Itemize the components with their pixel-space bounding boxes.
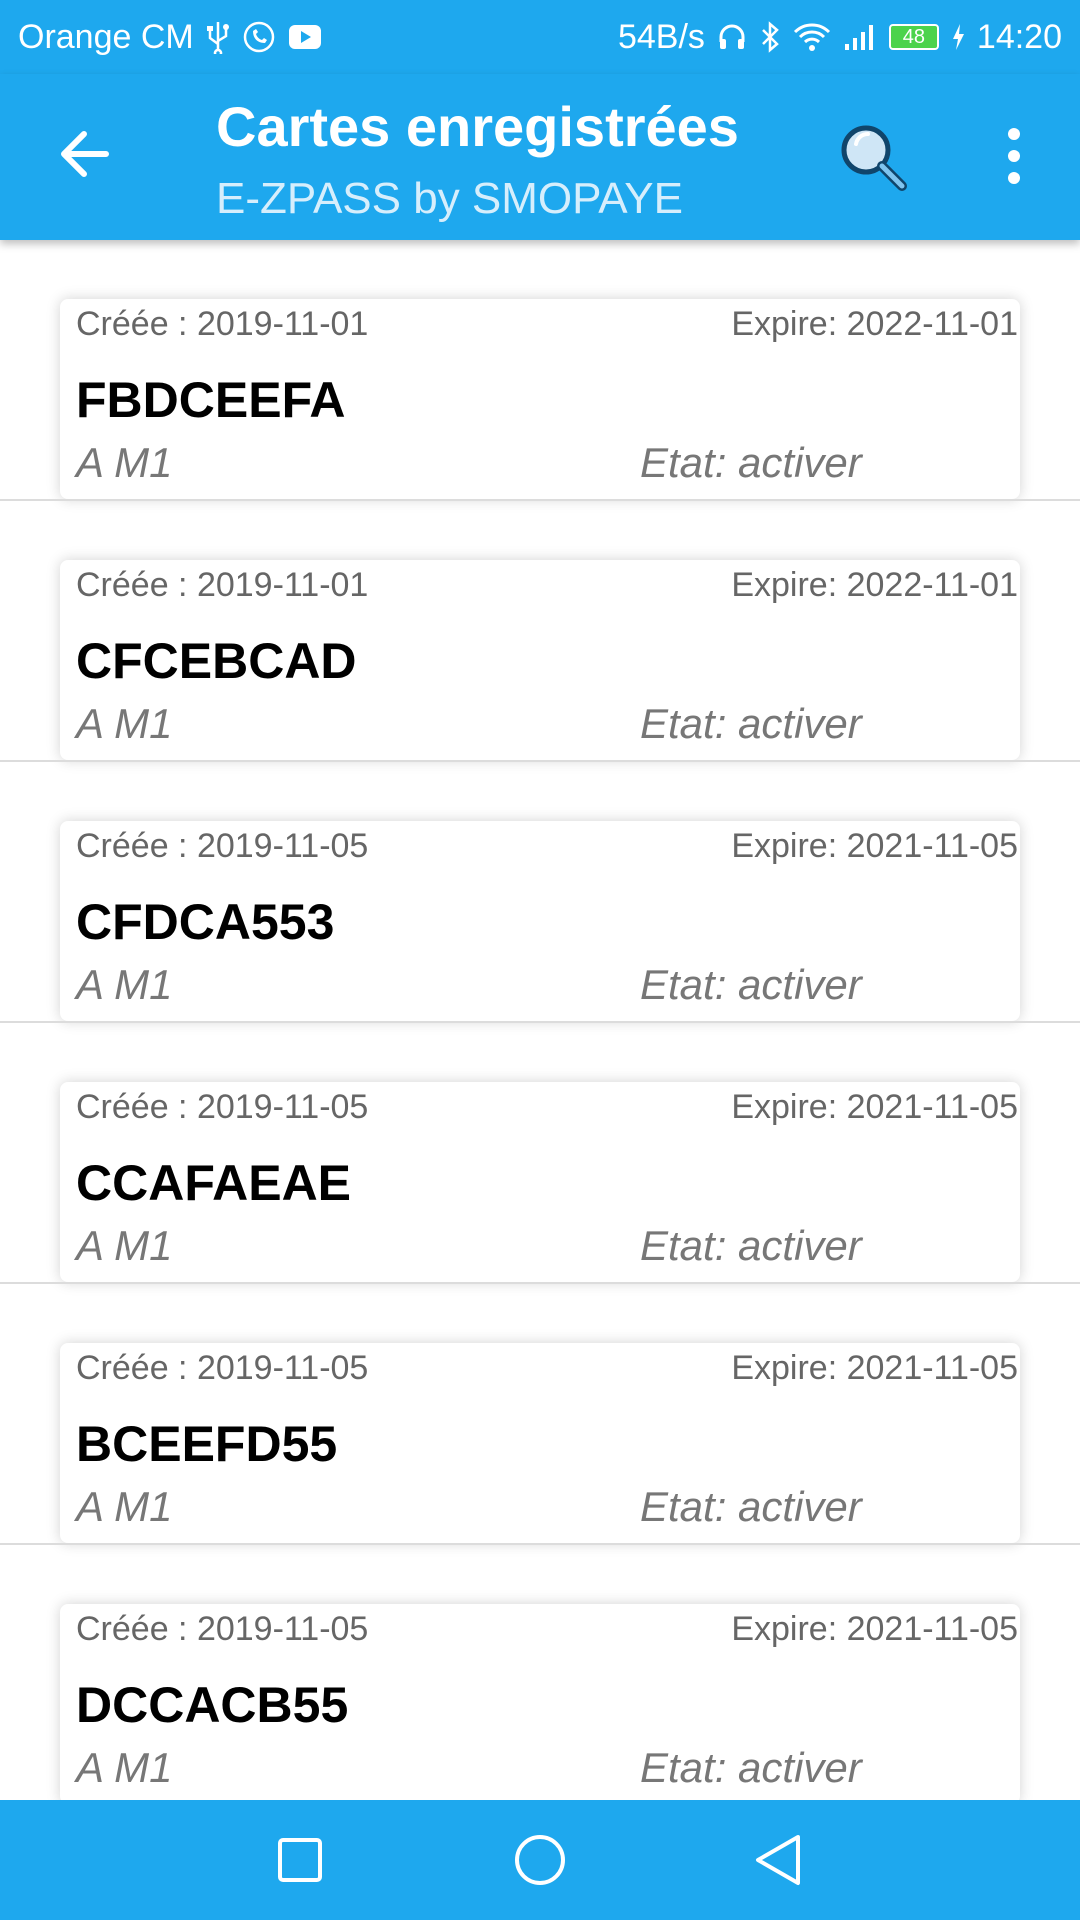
whatsapp-icon — [242, 20, 276, 54]
status-bar: Orange CM 54B/s 48 14:20 — [0, 0, 1080, 74]
expiry-date: Expire: 2021-11-05 — [731, 827, 1018, 865]
youtube-icon — [288, 23, 322, 51]
list-item[interactable]: Créée : 2019-11-05 Expire: 2021-11-05 DC… — [0, 1545, 1080, 1800]
card-state: Etat: activer — [640, 700, 862, 747]
card-type: A M1 — [76, 1222, 173, 1269]
network-speed: 54B/s — [617, 17, 705, 56]
card[interactable]: Créée : 2019-11-05 Expire: 2021-11-05 BC… — [60, 1343, 1020, 1543]
created-date: Créée : 2019-11-05 — [76, 1088, 369, 1126]
back-triangle-icon[interactable] — [750, 1830, 810, 1890]
created-date: Créée : 2019-11-05 — [76, 1349, 369, 1387]
home-circle-icon[interactable] — [510, 1830, 570, 1890]
card[interactable]: Créée : 2019-11-01 Expire: 2022-11-01 CF… — [60, 560, 1020, 760]
signal-icon — [843, 22, 877, 52]
expiry-date: Expire: 2021-11-05 — [731, 1610, 1018, 1648]
clock-time: 14:20 — [976, 17, 1062, 56]
created-date: Créée : 2019-11-01 — [76, 566, 369, 604]
created-date: Créée : 2019-11-01 — [76, 305, 369, 343]
created-date: Créée : 2019-11-05 — [76, 827, 369, 865]
card[interactable]: Créée : 2019-11-01 Expire: 2022-11-01 FB… — [60, 299, 1020, 499]
expiry-date: Expire: 2021-11-05 — [731, 1088, 1018, 1126]
list-item[interactable]: Créée : 2019-11-05 Expire: 2021-11-05 CC… — [0, 1023, 1080, 1284]
cards-list[interactable]: Créée : 2019-11-01 Expire: 2022-11-01 FB… — [0, 240, 1080, 1800]
battery-icon: 48 — [888, 24, 939, 50]
expiry-date: Expire: 2022-11-01 — [731, 566, 1018, 604]
card-code: BCEEFD55 — [76, 1416, 338, 1472]
card-type: A M1 — [76, 700, 173, 747]
card[interactable]: Créée : 2019-11-05 Expire: 2021-11-05 DC… — [60, 1604, 1020, 1800]
usb-icon — [206, 20, 230, 54]
expiry-date: Expire: 2022-11-01 — [731, 305, 1018, 343]
card-state: Etat: activer — [640, 1222, 862, 1269]
charging-icon — [951, 23, 965, 51]
card-code: CFCEBCAD — [76, 633, 357, 689]
card-code: CCAFAEAE — [76, 1155, 352, 1211]
list-item[interactable]: Créée : 2019-11-01 Expire: 2022-11-01 CF… — [0, 501, 1080, 762]
card-type: A M1 — [76, 1744, 173, 1791]
more-vert-icon[interactable] — [994, 124, 1034, 188]
search-icon[interactable] — [836, 120, 912, 196]
card-state: Etat: activer — [640, 1744, 862, 1791]
card-type: A M1 — [76, 961, 173, 1008]
carrier-name: Orange CM — [18, 17, 194, 56]
expiry-date: Expire: 2021-11-05 — [731, 1349, 1018, 1387]
navigation-bar — [0, 1800, 1080, 1920]
back-arrow-icon[interactable] — [52, 122, 116, 186]
status-bar-right: 54B/s 48 14:20 — [618, 18, 1062, 57]
page-subtitle: E-ZPASS by SMOPAYE — [216, 174, 684, 223]
card-state: Etat: activer — [640, 439, 862, 486]
card-state: Etat: activer — [640, 961, 862, 1008]
card-state: Etat: activer — [640, 1483, 862, 1530]
page-title: Cartes enregistrées — [216, 95, 739, 158]
card-code: DCCACB55 — [76, 1677, 349, 1733]
card-type: A M1 — [76, 1483, 173, 1530]
list-item[interactable]: Créée : 2019-11-01 Expire: 2022-11-01 FB… — [0, 240, 1080, 501]
card[interactable]: Créée : 2019-11-05 Expire: 2021-11-05 CF… — [60, 821, 1020, 1021]
status-bar-left: Orange CM — [18, 18, 322, 57]
wifi-icon — [793, 22, 831, 52]
app-bar: Cartes enregistrées E-ZPASS by SMOPAYE — [0, 74, 1080, 240]
card-type: A M1 — [76, 439, 173, 486]
created-date: Créée : 2019-11-05 — [76, 1610, 369, 1648]
bluetooth-icon — [759, 21, 781, 53]
list-item[interactable]: Créée : 2019-11-05 Expire: 2021-11-05 CF… — [0, 762, 1080, 1023]
recents-square-icon[interactable] — [270, 1830, 330, 1890]
list-item[interactable]: Créée : 2019-11-05 Expire: 2021-11-05 BC… — [0, 1284, 1080, 1545]
card-code: FBDCEEFA — [76, 372, 346, 428]
card-code: CFDCA553 — [76, 894, 335, 950]
headset-icon — [717, 22, 747, 52]
card[interactable]: Créée : 2019-11-05 Expire: 2021-11-05 CC… — [60, 1082, 1020, 1282]
